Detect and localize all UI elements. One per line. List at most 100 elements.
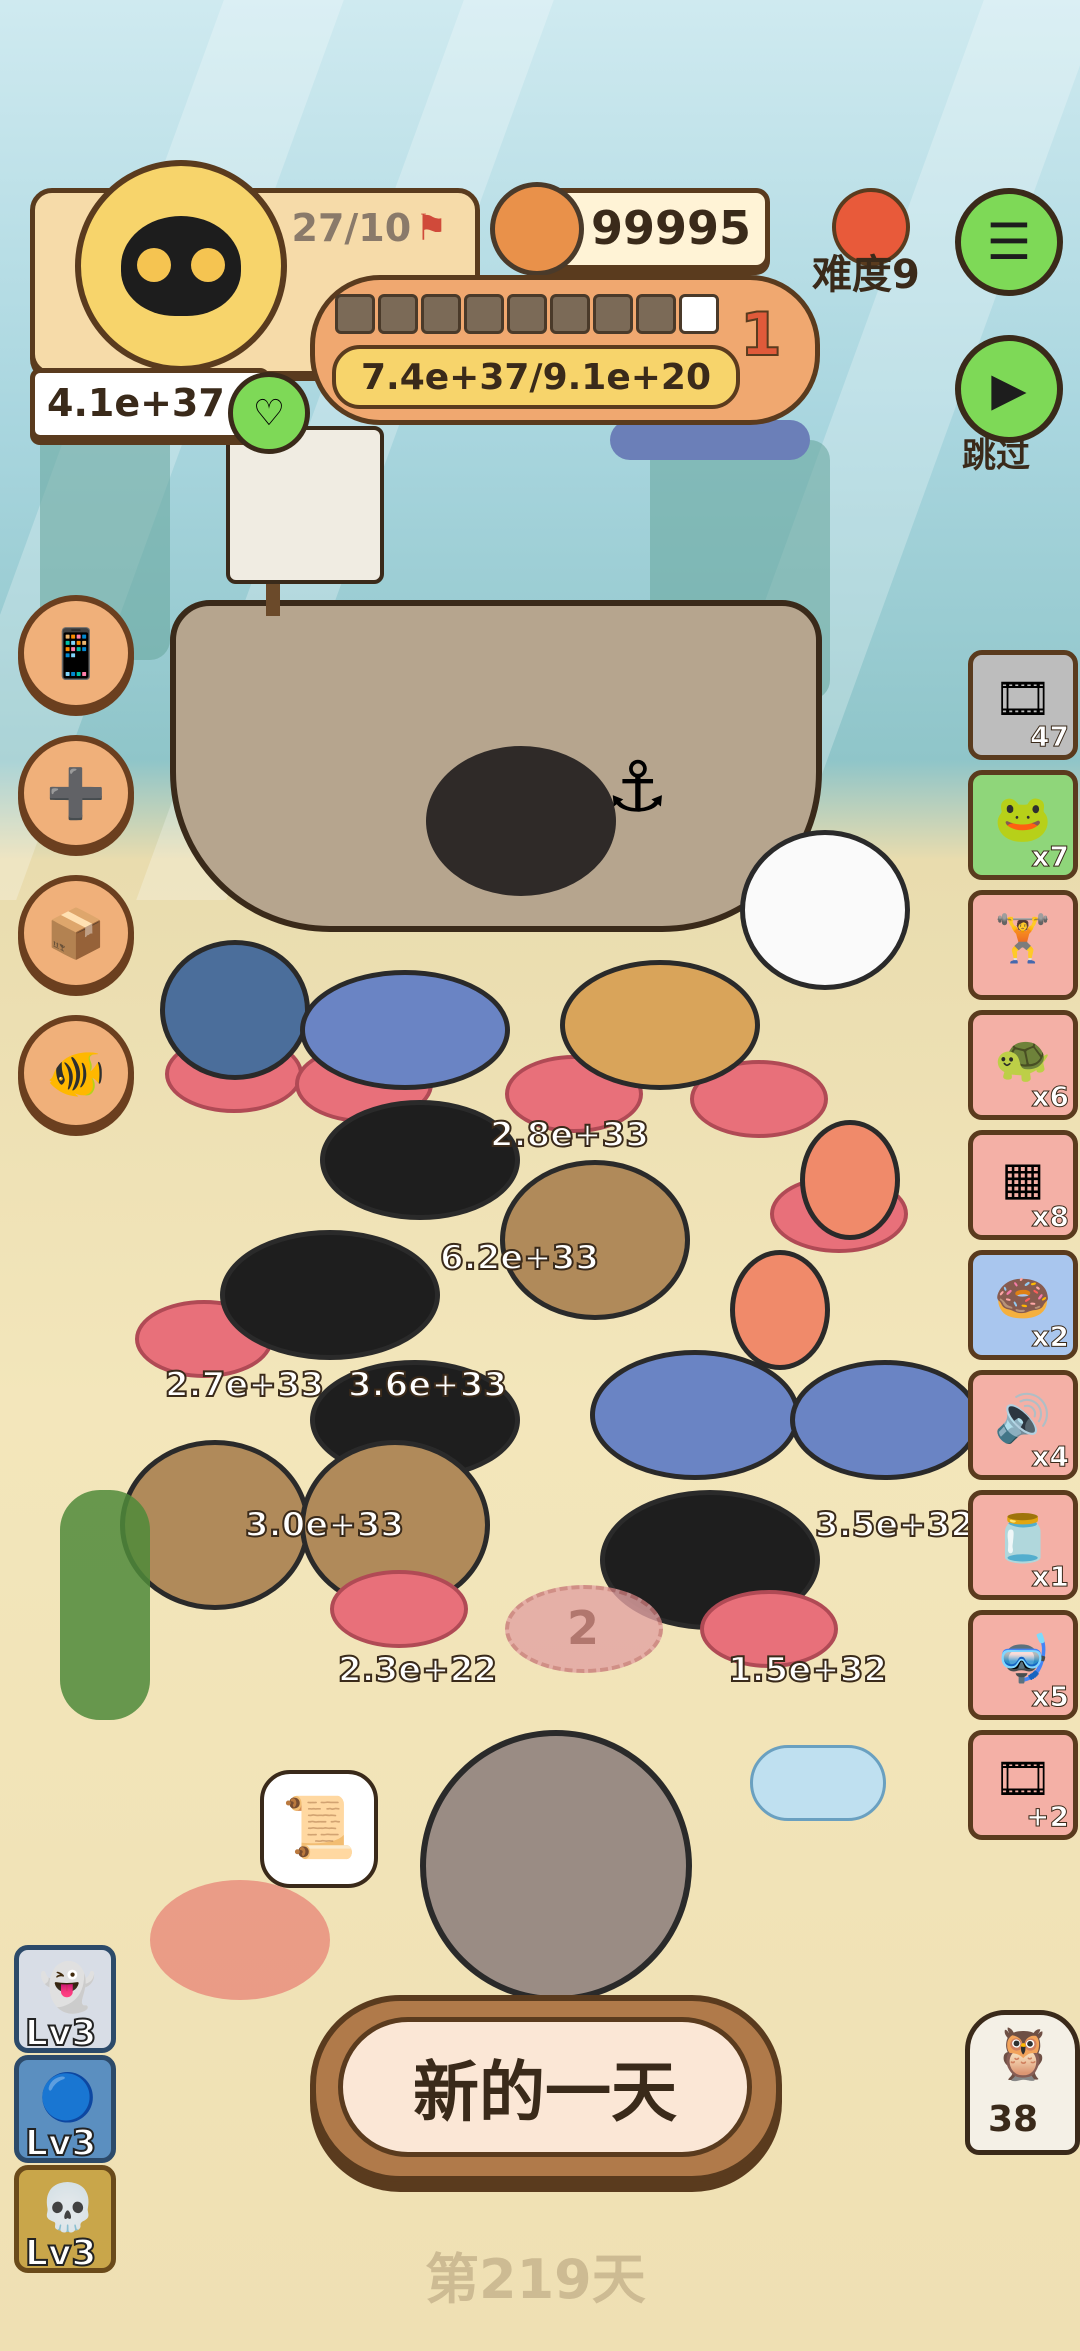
side-item-count: x6 [1031, 1080, 1070, 1114]
day-counter: 第219天 [425, 2248, 646, 2311]
progress-segment [507, 294, 547, 334]
bubble-icon: 🔵 [39, 2070, 97, 2124]
coin-count: 99995 [591, 201, 752, 255]
mosasaur-animal[interactable] [590, 1350, 800, 1480]
level-box-bubble[interactable]: 🔵 Lv3 [14, 2055, 116, 2165]
phone-icon: 📱 [46, 625, 106, 682]
pterodactyl-animal[interactable] [740, 830, 910, 990]
flag-icon: ⚑ [415, 207, 448, 249]
heart-shield-button[interactable]: ♡ [228, 372, 310, 454]
animal-value: 6.2e+33 [439, 1237, 600, 1279]
progress-value-pill: 7.4e+37/9.1e+20 [332, 345, 740, 409]
film-plus-icon: 🎞 [993, 1751, 1053, 1805]
animal-value: 2.8e+33 [489, 1114, 650, 1156]
side-item-count: x5 [1031, 1680, 1070, 1714]
new-day-label: 新的一天 [413, 2054, 677, 2131]
progress-segment [636, 294, 676, 334]
side-item-count: +2 [1026, 1800, 1070, 1834]
side-item-count: x1 [1031, 1560, 1070, 1594]
fish-creature-animal[interactable] [800, 1120, 900, 1240]
progress-segment [464, 294, 504, 334]
siamese-cat-player[interactable] [420, 1730, 692, 2002]
side-item-shell[interactable]: 🐢 x6 [968, 1010, 1078, 1120]
snorkel-icon: 🤿 [994, 1631, 1052, 1685]
heart-icon: ♡ [252, 392, 286, 434]
ghost-icon: 👻 [39, 1960, 97, 2014]
film-roll-icon: 🎞 [993, 671, 1053, 725]
side-item-snorkel[interactable]: 🤿 x5 [968, 1610, 1078, 1720]
meat-plate [330, 1570, 468, 1648]
owl-count: 38 [988, 2099, 1039, 2140]
side-item-film[interactable]: 🎞 47 [968, 650, 1078, 760]
side-item-donut[interactable]: 🍩 x2 [968, 1250, 1078, 1360]
certificate-icon[interactable]: 📜 [260, 1770, 378, 1888]
power-value: 4.1e+37 [47, 381, 225, 425]
mosasaur-animal[interactable] [790, 1360, 980, 1480]
flag-counter: 27/10 ⚑ [282, 196, 457, 260]
dino-animal[interactable] [560, 960, 760, 1090]
level-label: Lv3 [24, 2012, 97, 2055]
progress-segment [335, 294, 375, 334]
food-bowl-icon [490, 182, 584, 276]
level-box-skull[interactable]: 💀 Lv3 [14, 2165, 116, 2275]
level-box-ghost[interactable]: 👻 Lv3 [14, 1945, 116, 2055]
side-item-frog[interactable]: 🐸 x7 [968, 770, 1078, 880]
empty-slot[interactable]: 2 [505, 1585, 663, 1673]
progress-value: 7.4e+37/9.1e+20 [360, 356, 712, 398]
player-avatar[interactable] [75, 160, 287, 372]
frog-icon: 🐸 [994, 791, 1052, 845]
animal-value: 2.3e+22 [337, 1649, 498, 1691]
level-label: Lv3 [24, 2122, 97, 2165]
side-item-count: x7 [1031, 840, 1070, 874]
phone-button[interactable]: 📱 [18, 595, 134, 711]
box-button[interactable]: 📦 [18, 875, 134, 991]
mushroom-coral [610, 420, 810, 460]
skip-button[interactable]: ▶ [955, 335, 1063, 443]
donut-icon: 🍩 [994, 1271, 1052, 1325]
side-item-gym[interactable]: 🏋 [968, 890, 1078, 1000]
gym-rack-icon: 🏋 [994, 911, 1052, 965]
seaweed [60, 1490, 150, 1720]
speaker-icon: 🔊 [994, 1391, 1052, 1445]
fish-creature-animal[interactable] [730, 1250, 830, 1370]
turtle-shell-icon: 🐢 [994, 1031, 1052, 1085]
progress-segment [421, 294, 461, 334]
owl-button[interactable]: 🦉 38 [965, 2010, 1080, 2155]
empty-slot-count: 2 [567, 1601, 600, 1655]
torn-sail [226, 426, 384, 584]
shipwreck: ⚓ [170, 406, 822, 932]
menu-button[interactable]: ☰ [955, 188, 1063, 296]
side-item-tray[interactable]: ▦ x8 [968, 1130, 1078, 1240]
progress-segment [378, 294, 418, 334]
list-icon: ☰ [986, 213, 1032, 271]
side-item-count: x8 [1031, 1200, 1070, 1234]
side-item-speaker[interactable]: 🔊 x4 [968, 1370, 1078, 1480]
shark-animal[interactable] [160, 940, 310, 1080]
first-aid-button[interactable]: ➕ [18, 735, 134, 851]
progress-segment [550, 294, 590, 334]
orca-animal[interactable] [220, 1230, 440, 1360]
new-day-button[interactable]: 新的一天 [338, 2017, 752, 2157]
new-day-button-frame: 新的一天 [310, 1995, 782, 2182]
skip-label: 跳过 [962, 436, 1030, 476]
mosasaur-animal[interactable] [300, 970, 510, 1090]
animal-value: 3.6e+33 [347, 1364, 508, 1406]
animal-value: 1.5e+32 [727, 1649, 888, 1691]
level-label: Lv3 [24, 2232, 97, 2275]
side-item-film-plus[interactable]: 🎞 +2 [968, 1730, 1078, 1840]
animal-value: 3.5e+32 [814, 1504, 975, 1546]
side-item-count: x2 [1031, 1320, 1070, 1354]
ship-hole [426, 746, 616, 896]
progress-segment [593, 294, 633, 334]
jar-icon: 🫙 [994, 1511, 1052, 1565]
side-item-count: 47 [1030, 720, 1070, 754]
fish-bowl-button[interactable]: 🐠 [18, 1015, 134, 1131]
side-item-jar[interactable]: 🫙 x1 [968, 1490, 1078, 1600]
difficulty-label: 难度9 [812, 252, 920, 298]
bubbles [750, 1745, 886, 1821]
play-icon: ▶ [991, 362, 1027, 416]
ice-tray-icon: ▦ [1001, 1151, 1045, 1205]
box-icon: 📦 [46, 905, 106, 962]
black-cat-avatar-icon [121, 216, 241, 316]
progress-segment [679, 294, 719, 334]
